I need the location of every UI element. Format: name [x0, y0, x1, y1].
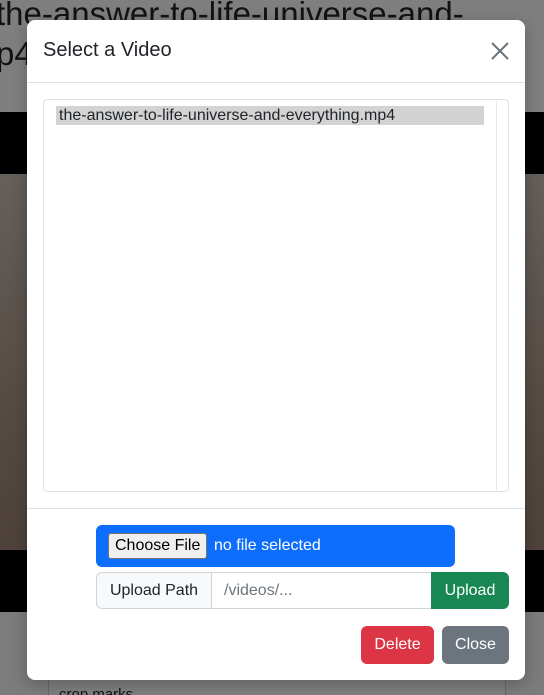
video-file-list[interactable]: the-answer-to-life-universe-and-everythi… — [43, 99, 509, 492]
choose-file-button[interactable]: Choose File — [108, 533, 208, 559]
upload-path-group: Upload Path Upload — [96, 572, 509, 609]
delete-button[interactable]: Delete — [361, 626, 434, 664]
list-scrollbar[interactable] — [496, 101, 497, 490]
upload-path-label: Upload Path — [96, 572, 211, 609]
modal-title: Select a Video — [43, 39, 172, 61]
file-status: no file selected — [214, 537, 321, 554]
video-file-option[interactable]: the-answer-to-life-universe-and-everythi… — [56, 106, 484, 125]
modal-header: Select a Video — [27, 20, 525, 83]
file-input[interactable]: Choose File no file selected — [96, 525, 455, 567]
upload-button[interactable]: Upload — [431, 572, 509, 609]
close-button[interactable]: Close — [442, 626, 509, 664]
select-video-modal: Select a Video the-answer-to-life-univer… — [27, 20, 525, 680]
close-x-icon[interactable] — [487, 38, 513, 64]
upload-path-input[interactable] — [211, 572, 432, 609]
